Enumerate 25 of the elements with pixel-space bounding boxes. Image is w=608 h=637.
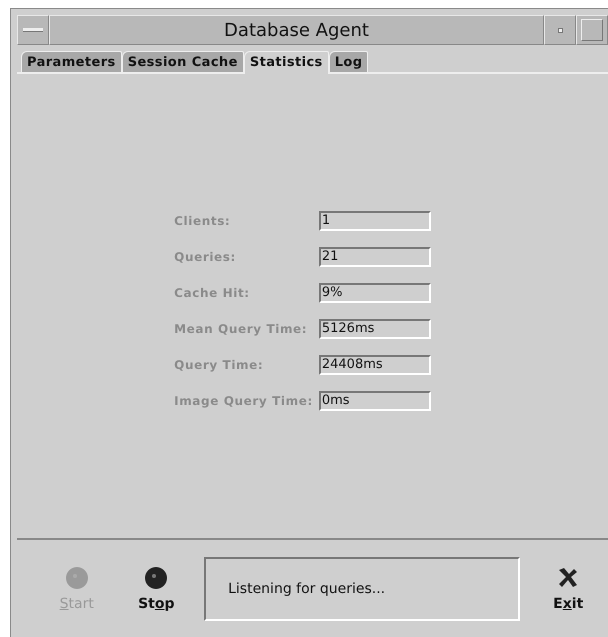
stat-label: Image Query Time: xyxy=(174,394,313,408)
window-title: Database Agent xyxy=(49,15,544,45)
window-menu-button[interactable] xyxy=(17,15,49,45)
stat-field: 1 xyxy=(318,211,431,231)
stat-label: Query Time: xyxy=(174,358,264,372)
stat-label: Queries: xyxy=(174,250,237,264)
stat-label: Clients: xyxy=(174,214,232,228)
tab[interactable]: Parameters xyxy=(21,51,122,72)
stat-field: 21 xyxy=(318,247,431,267)
ball-icon xyxy=(64,566,89,590)
stat-field: 5126ms xyxy=(318,319,431,339)
stat-label: Mean Query Time: xyxy=(174,322,308,336)
tab[interactable]: Log xyxy=(328,51,368,72)
stop-button[interactable]: Stop xyxy=(116,566,196,612)
exit-button[interactable]: Exit xyxy=(528,566,608,612)
stat-label: Cache Hit: xyxy=(174,286,251,300)
tab[interactable]: Session Cache xyxy=(122,51,244,72)
maximize-button[interactable] xyxy=(576,15,608,45)
stat-field: 9% xyxy=(318,283,431,303)
status-message: Listening for queries... xyxy=(204,556,520,620)
minimize-button[interactable] xyxy=(544,15,576,45)
stat-field: 24408ms xyxy=(318,355,431,375)
stat-field: 0ms xyxy=(318,391,431,411)
ball-icon xyxy=(144,566,168,590)
tab[interactable]: Statistics xyxy=(244,51,329,74)
